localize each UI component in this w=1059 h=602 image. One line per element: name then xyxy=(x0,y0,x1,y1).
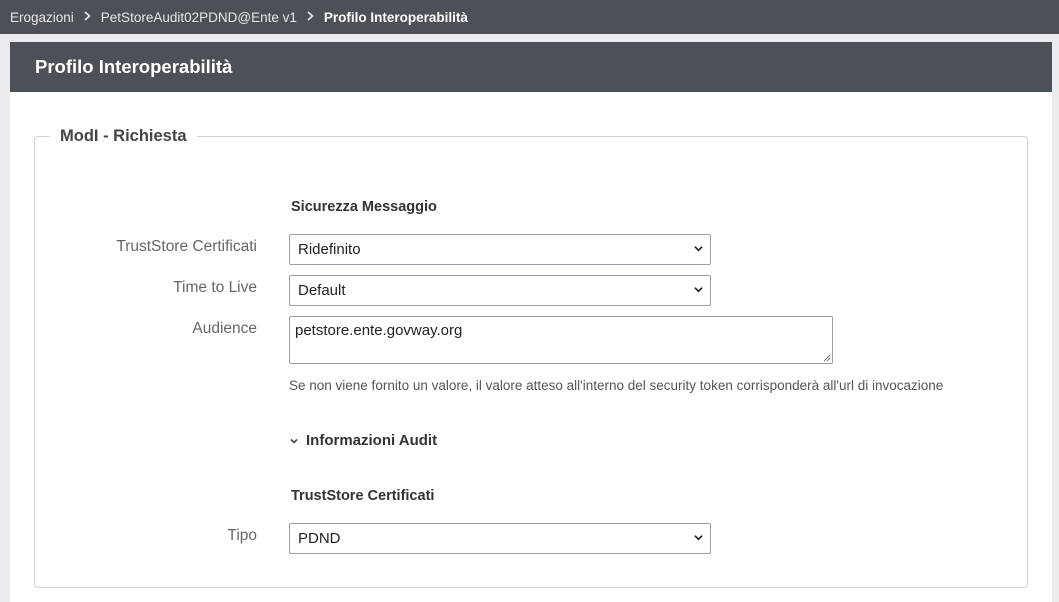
tipo-select-value: PDND xyxy=(298,530,341,547)
ttl-select-value: Default xyxy=(298,282,346,299)
audience-label: Audience xyxy=(192,320,257,337)
chevron-right-icon xyxy=(84,8,91,24)
section-title-sicurezza: Sicurezza Messaggio xyxy=(291,199,437,215)
chevron-down-icon xyxy=(694,535,703,541)
modi-richiesta-fieldset: ModI - Richiesta Sicurezza Messaggio Tru… xyxy=(34,127,1028,588)
truststore-label: TrustStore Certificati xyxy=(116,238,257,255)
audience-value: petstore.ente.govway.org xyxy=(295,322,463,339)
tipo-select[interactable]: PDND xyxy=(289,523,711,554)
breadcrumb: Erogazioni PetStoreAudit02PDND@Ente v1 P… xyxy=(0,0,1059,34)
truststore-select-value: Ridefinito xyxy=(298,241,361,258)
truststore-select[interactable]: Ridefinito xyxy=(289,234,711,265)
informazioni-audit-toggle[interactable]: Informazioni Audit xyxy=(289,432,437,449)
chevron-down-icon xyxy=(694,246,703,252)
breadcrumb-item-erogazioni[interactable]: Erogazioni xyxy=(10,10,74,25)
page-title: Profilo Interoperabilità xyxy=(10,42,1052,92)
audience-textarea[interactable]: petstore.ente.govway.org xyxy=(289,316,833,364)
resize-grip-icon[interactable] xyxy=(823,354,831,362)
chevron-down-icon xyxy=(290,438,298,444)
breadcrumb-item-current: Profilo Interoperabilità xyxy=(323,9,468,25)
chevron-right-icon xyxy=(307,8,314,24)
ttl-select[interactable]: Default xyxy=(289,275,711,306)
ttl-label: Time to Live xyxy=(173,279,257,296)
informazioni-audit-label: Informazioni Audit xyxy=(306,432,438,449)
breadcrumb-item-api[interactable]: PetStoreAudit02PDND@Ente v1 xyxy=(101,10,297,25)
chevron-down-icon xyxy=(694,287,703,293)
section-title-truststore: TrustStore Certificati xyxy=(291,488,435,504)
audience-hint: Se non viene fornito un valore, il valor… xyxy=(289,378,944,393)
main-panel: Profilo Interoperabilità ModI - Richiest… xyxy=(10,42,1052,602)
fieldset-legend: ModI - Richiesta xyxy=(50,127,197,146)
tipo-label: Tipo xyxy=(227,527,257,544)
